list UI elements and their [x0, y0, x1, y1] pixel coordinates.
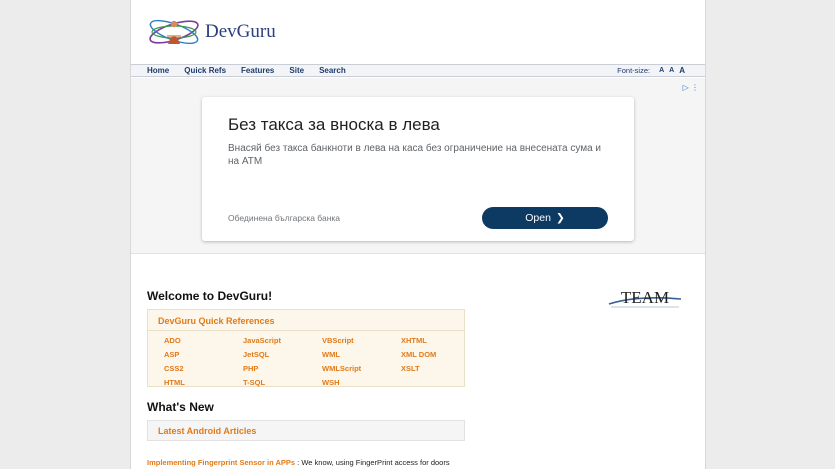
ad-open-button[interactable]: Open ❯ [482, 207, 608, 229]
ad-card[interactable]: Без такса за вноска в лева Внасяй без та… [202, 97, 634, 241]
ref-xml-dom[interactable]: XML DOM [401, 348, 480, 362]
quick-references-title: DevGuru Quick References [158, 316, 275, 326]
article-item: Implementing Fingerprint Sensor in APPs … [147, 458, 450, 467]
quick-references-box: DevGuru Quick References ADO JavaScript … [147, 309, 465, 387]
ref-vbscript[interactable]: VBScript [322, 334, 401, 348]
ref-xhtml[interactable]: XHTML [401, 334, 480, 348]
nav-site[interactable]: Site [289, 65, 304, 77]
latest-android-articles-title[interactable]: Latest Android Articles [158, 426, 256, 436]
ref-jetsql[interactable]: JetSQL [243, 348, 322, 362]
nav-features[interactable]: Features [241, 65, 274, 77]
ref-javascript[interactable]: JavaScript [243, 334, 322, 348]
font-size-label: Font-size: [617, 66, 651, 75]
ad-title[interactable]: Без такса за вноска в лева [228, 115, 440, 135]
nav-quick-refs[interactable]: Quick Refs [184, 65, 226, 77]
ref-xslt[interactable]: XSLT [401, 362, 480, 376]
nav-links: Home Quick Refs Features Site Search [147, 65, 361, 77]
ad-banner-area: ▷ ⋮ Без такса за вноска в лева Внасяй бе… [131, 78, 705, 254]
font-size-medium[interactable]: A [669, 65, 674, 77]
article-snippet: : We know, using FingerPrint access for … [295, 458, 450, 467]
ref-css2[interactable]: CSS2 [164, 362, 243, 376]
whats-new-heading: What's New [147, 400, 214, 414]
team-logo-text: TEAM [621, 288, 669, 307]
welcome-heading: Welcome to DevGuru! [147, 289, 273, 303]
site-header: DevGuru [131, 0, 705, 64]
quick-references-divider [148, 330, 464, 331]
site-logo[interactable]: DevGuru [147, 14, 276, 50]
logo-figure-icon [149, 19, 199, 45]
ref-html[interactable]: HTML [164, 376, 243, 390]
ref-wsh[interactable]: WSH [322, 376, 401, 390]
top-nav-bar: Home Quick Refs Features Site Search Fon… [131, 64, 705, 77]
ad-advertiser[interactable]: Обединена българска банка [228, 213, 340, 223]
page-container: DevGuru Home Quick Refs Features Site Se… [130, 0, 706, 469]
quick-references-grid: ADO JavaScript VBScript XHTML ASP JetSQL… [164, 334, 480, 390]
latest-android-articles-box: Latest Android Articles [147, 420, 465, 441]
ad-open-label: Open [525, 212, 551, 224]
font-size-small[interactable]: A [659, 65, 664, 77]
main-content: Welcome to DevGuru! TEAM DevGuru Quick R… [131, 254, 705, 469]
article-title-link[interactable]: Implementing Fingerprint Sensor in APPs [147, 458, 295, 467]
font-size-control: Font-size: A A A [617, 65, 685, 77]
ref-t-sql[interactable]: T-SQL [243, 376, 322, 390]
font-size-large[interactable]: A [679, 65, 685, 77]
ad-body: Внасяй без такса банкноти в лева на каса… [228, 143, 602, 167]
ref-ado[interactable]: ADO [164, 334, 243, 348]
ref-asp[interactable]: ASP [164, 348, 243, 362]
nav-search[interactable]: Search [319, 65, 346, 77]
ref-wmlscript[interactable]: WMLScript [322, 362, 401, 376]
team-logo-icon[interactable]: TEAM [607, 287, 683, 311]
logo-text: DevGuru [205, 21, 276, 42]
chevron-right-icon: ❯ [555, 212, 565, 224]
adchoices-icon[interactable]: ▷ ⋮ [683, 83, 699, 92]
ref-wml[interactable]: WML [322, 348, 401, 362]
nav-home[interactable]: Home [147, 65, 169, 77]
ref-php[interactable]: PHP [243, 362, 322, 376]
